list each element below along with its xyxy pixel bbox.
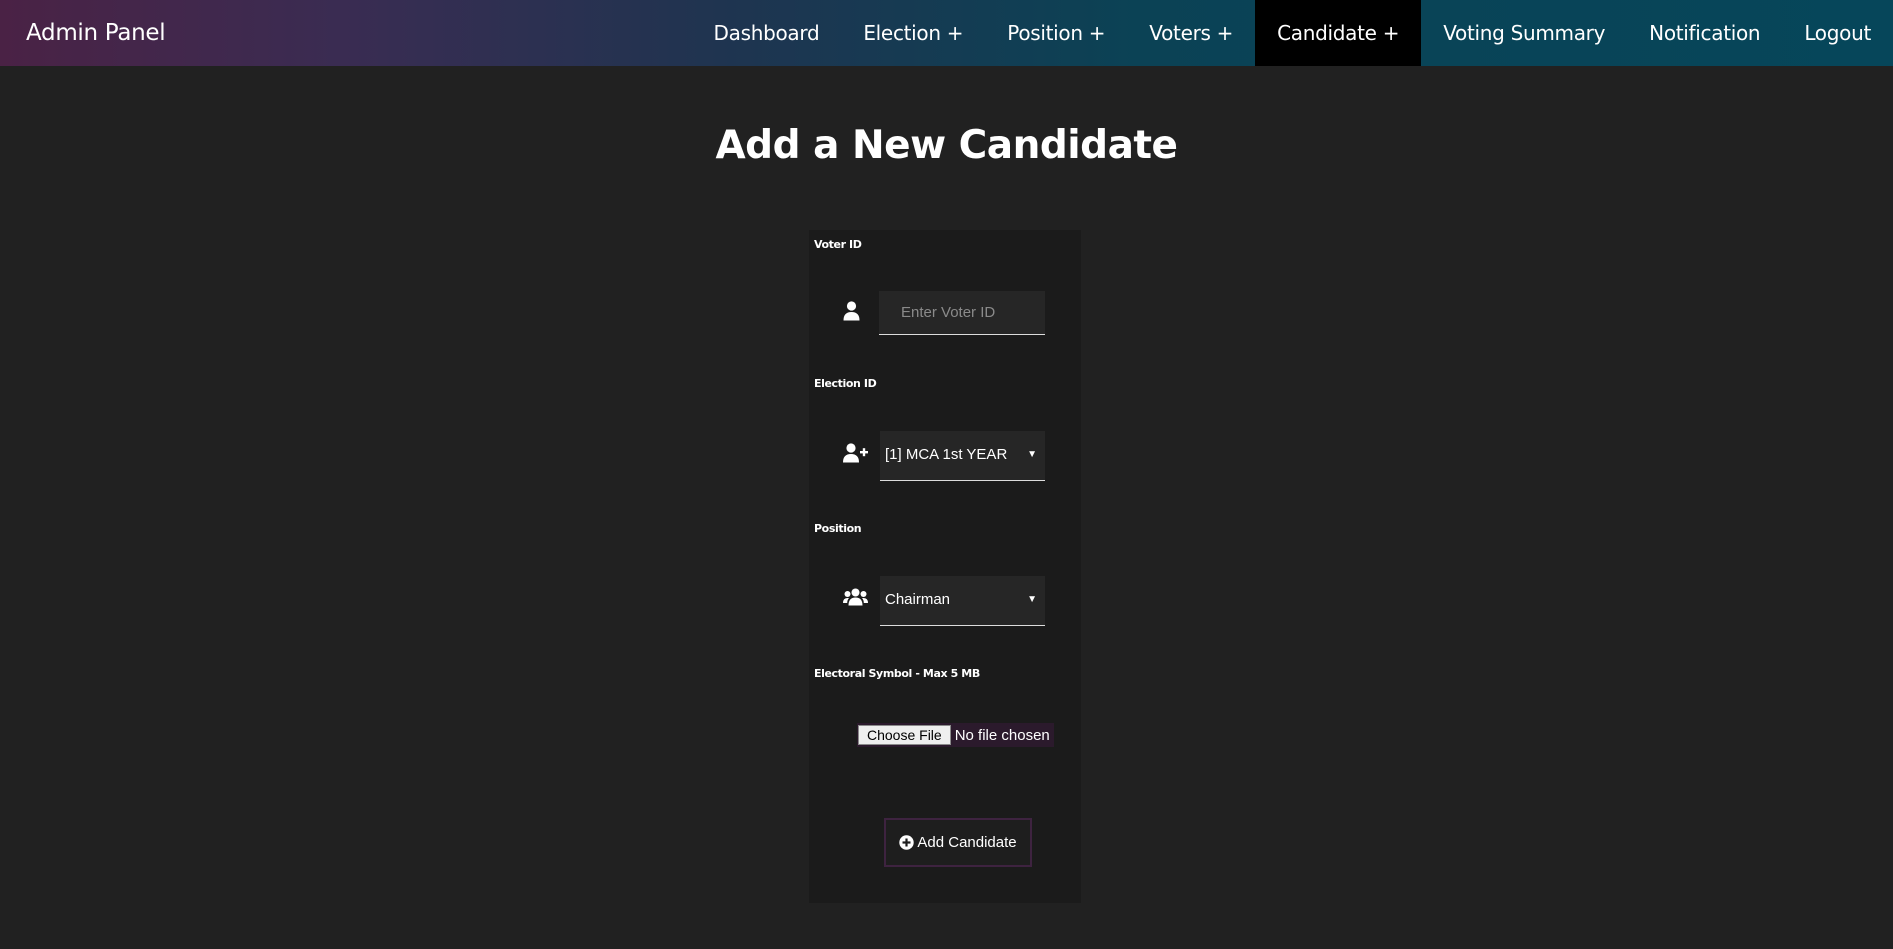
position-label: Position xyxy=(814,522,862,535)
dropdown-arrow-icon: ▼ xyxy=(1027,449,1037,460)
nav-notification[interactable]: Notification xyxy=(1627,0,1782,66)
voter-id-input[interactable] xyxy=(879,291,1045,335)
candidate-form: Voter ID Election ID [1] MCA 1st YEAR ▼ … xyxy=(809,230,1081,903)
nav-position[interactable]: Position + xyxy=(985,0,1127,66)
electoral-symbol-file-input[interactable]: Choose File No file chosen xyxy=(857,723,1054,747)
dropdown-arrow-icon: ▼ xyxy=(1027,594,1037,605)
election-id-label: Election ID xyxy=(814,377,877,390)
position-selected: Chairman xyxy=(885,591,951,608)
nav-logout[interactable]: Logout xyxy=(1782,0,1893,66)
plus-circle-icon xyxy=(899,835,915,850)
nav-candidate[interactable]: Candidate + xyxy=(1255,0,1422,66)
nav-election[interactable]: Election + xyxy=(841,0,985,66)
top-navbar: Admin Panel Dashboard Election + Positio… xyxy=(0,0,1893,66)
election-id-select[interactable]: [1] MCA 1st YEAR ▼ xyxy=(880,431,1045,481)
users-icon xyxy=(843,588,868,610)
position-select[interactable]: Chairman ▼ xyxy=(880,576,1045,626)
voter-id-label: Voter ID xyxy=(814,238,862,251)
brand-title[interactable]: Admin Panel xyxy=(26,0,166,66)
nav-voters[interactable]: Voters + xyxy=(1127,0,1255,66)
nav-menu: Dashboard Election + Position + Voters +… xyxy=(692,0,1893,66)
page-title: Add a New Candidate xyxy=(715,123,1178,168)
electoral-symbol-label: Electoral Symbol - Max 5 MB xyxy=(814,667,980,680)
add-candidate-label: Add Candidate xyxy=(917,834,1017,851)
user-icon xyxy=(843,301,860,325)
nav-dashboard[interactable]: Dashboard xyxy=(692,0,842,66)
file-status: No file chosen xyxy=(954,726,1050,744)
add-candidate-button[interactable]: Add Candidate xyxy=(884,818,1032,867)
choose-file-button[interactable]: Choose File xyxy=(858,725,951,745)
nav-voting-summary[interactable]: Voting Summary xyxy=(1421,0,1627,66)
user-plus-icon xyxy=(843,443,868,467)
election-id-selected: [1] MCA 1st YEAR xyxy=(885,446,1008,463)
